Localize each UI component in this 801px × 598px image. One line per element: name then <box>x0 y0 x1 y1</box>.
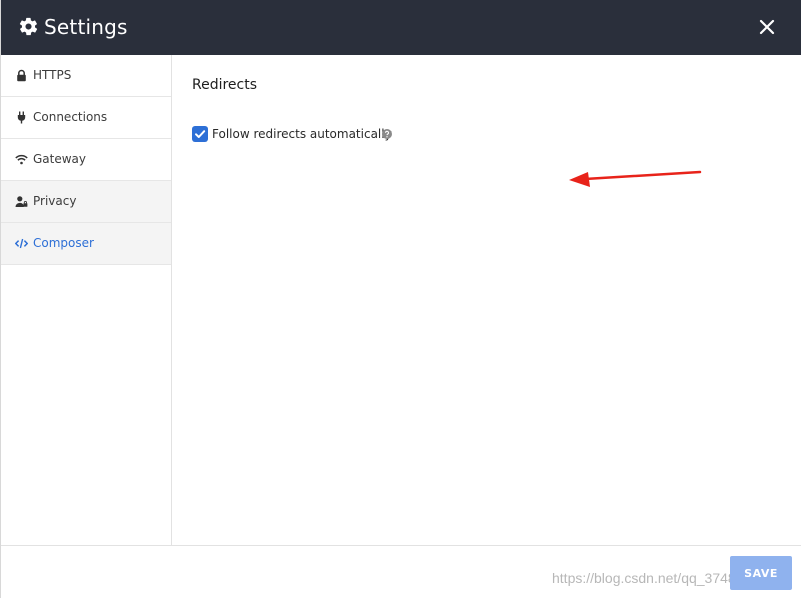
settings-sidebar: HTTPS Connections Gateway Privacy Compos… <box>1 55 172 545</box>
sidebar-item-privacy[interactable]: Privacy <box>1 181 171 223</box>
sidebar-item-composer[interactable]: Composer <box>1 223 171 265</box>
section-title: Redirects <box>192 77 258 93</box>
sidebar-item-label: HTTPS <box>33 68 72 82</box>
sidebar-item-label: Gateway <box>33 152 87 166</box>
sidebar-item-connections[interactable]: Connections <box>1 97 171 139</box>
close-icon[interactable] <box>753 13 781 41</box>
dialog-footer: https://blog.csdn.net/qq_37485571 SAVE <box>1 545 801 598</box>
plug-icon <box>17 111 26 124</box>
sidebar-item-label: Connections <box>33 110 108 124</box>
dialog-title: Settings <box>44 15 128 39</box>
gear-icon <box>19 17 38 36</box>
settings-content: Redirects Follow redirects automatically <box>172 55 801 545</box>
follow-redirects-label[interactable]: Follow redirects automatically <box>212 127 392 142</box>
settings-dialog: Settings HTTPS Connections Gateway Priva… <box>0 0 801 598</box>
checkmark-icon <box>195 130 206 138</box>
save-button[interactable]: SAVE <box>730 556 792 590</box>
follow-redirects-checkbox[interactable] <box>192 126 208 142</box>
lock-icon <box>17 69 26 82</box>
red-arrow-annotation <box>569 170 702 187</box>
sidebar-item-label: Privacy <box>33 194 77 208</box>
question-circle-icon[interactable] <box>382 129 392 139</box>
sidebar-item-gateway[interactable]: Gateway <box>1 139 171 181</box>
code-icon <box>15 238 28 249</box>
sidebar-item-label: Composer <box>33 236 94 250</box>
sidebar-item-https[interactable]: HTTPS <box>1 55 171 97</box>
user-lock-icon <box>15 196 28 207</box>
dialog-header: Settings <box>1 0 801 55</box>
wifi-icon <box>15 154 28 165</box>
